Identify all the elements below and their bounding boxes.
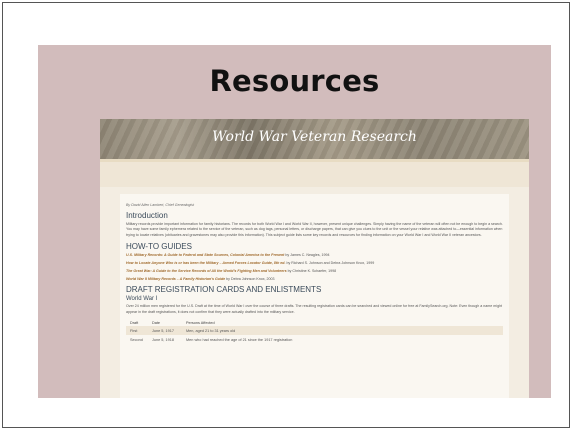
table-header-cell: Draft <box>130 320 139 325</box>
ww1-heading: World War I <box>126 296 158 303</box>
table-header-cell: Persons Affected <box>186 320 215 325</box>
guide-link[interactable]: How to Locate Anyone Who is or has been … <box>126 261 285 265</box>
webpage-screenshot: World War Veteran Research By David Alle… <box>100 119 529 398</box>
nav-band <box>100 162 529 187</box>
article-content: By David Allen Lambert, Chief Genealogis… <box>120 194 509 398</box>
table-cell: First <box>130 328 138 333</box>
table-cell: Second <box>130 337 143 342</box>
table-cell: Men, aged 21 to 31 years old <box>186 328 236 333</box>
draft-table: Draft Date Persons Affected First June 5… <box>126 319 503 344</box>
guide-item: The Great War: A Guide to the Service Re… <box>126 269 503 274</box>
guide-item: How to Locate Anyone Who is or has been … <box>126 261 503 266</box>
table-row: First June 5, 1917 Men, aged 21 to 31 ye… <box>126 326 503 336</box>
intro-paragraph: Military records provide important infor… <box>126 222 503 237</box>
guide-item: U.S. Military Records: A Guide to Federa… <box>126 253 503 258</box>
slide-frame: Resources World War Veteran Research By … <box>2 2 570 428</box>
guide-author: by Christine K. Schaefer, 1998 <box>286 269 337 274</box>
byline: By David Allen Lambert, Chief Genealogis… <box>126 203 194 207</box>
guide-link[interactable]: The Great War: A Guide to the Service Re… <box>126 269 287 273</box>
intro-heading: Introduction <box>126 211 168 220</box>
guide-link[interactable]: U.S. Military Records: A Guide to Federa… <box>126 253 284 257</box>
howto-heading: HOW-TO GUIDES <box>126 242 192 252</box>
guide-author: by Debra Johnson Knox, 2003 <box>225 277 275 282</box>
guide-item: World War II Military Records – A Family… <box>126 277 503 282</box>
guide-link[interactable]: World War II Military Records – A Family… <box>126 277 225 281</box>
guide-author: by Richard S. Johnson and Debra Johnson … <box>285 261 375 266</box>
table-cell: June 5, 1917 <box>152 328 174 333</box>
guide-author: by James C. Neagles, 1994 <box>284 253 330 258</box>
table-header-cell: Date <box>152 320 161 325</box>
table-cell: Men who had reached the age of 21 since … <box>186 337 293 342</box>
table-cell: June 5, 1918 <box>152 337 174 342</box>
banner-title: World War Veteran Research <box>212 129 417 145</box>
table-header-row: Draft Date Persons Affected <box>126 319 503 326</box>
table-row: Second June 5, 1918 Men who had reached … <box>126 335 503 344</box>
slide-title: Resources <box>209 64 380 98</box>
draft-paragraph: Over 24 million men registered for the U… <box>126 304 503 314</box>
slide-panel: Resources World War Veteran Research By … <box>38 45 551 398</box>
draft-heading: DRAFT REGISTRATION CARDS AND ENLISTMENTS <box>126 285 322 295</box>
